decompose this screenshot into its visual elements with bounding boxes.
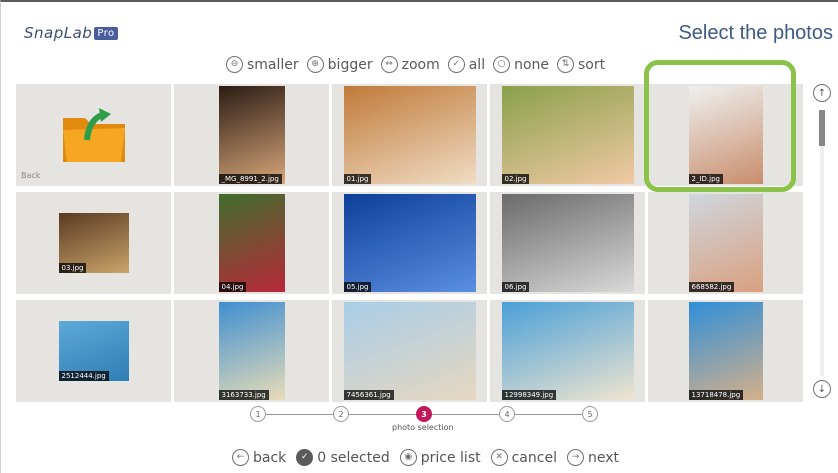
photo-filename: 04.jpg <box>218 282 247 292</box>
bottom-label: 0 selected <box>317 449 390 466</box>
photo-thumbnail <box>218 86 285 184</box>
zoom-in-icon: ⊕ <box>306 56 324 73</box>
step-connector <box>266 414 333 415</box>
cancel-button[interactable]: ✕ cancel <box>490 449 557 466</box>
step-2[interactable]: 2 <box>333 406 349 422</box>
back-folder-tile[interactable]: Back <box>16 84 171 186</box>
photo-tile[interactable]: 02.jpg <box>490 84 645 186</box>
check-icon: ✓ <box>296 449 314 466</box>
photo-tile[interactable]: _MG_8991_2.jpg <box>174 84 329 186</box>
toolbar: ⊖ smaller ⊕ bigger ⇔ zoom ✓ all ○ none ⇅ sort <box>226 56 605 73</box>
select-all-icon: ✓ <box>447 56 465 73</box>
tool-label: smaller <box>247 56 299 73</box>
scroll-thumb[interactable] <box>819 110 825 146</box>
photo-tile[interactable]: 13718478.jpg <box>648 300 803 402</box>
photo-tile[interactable]: 04.jpg <box>174 192 329 294</box>
photo-tile[interactable]: 7456361.jpg <box>332 300 487 402</box>
photo-thumbnail <box>501 86 634 184</box>
cancel-icon: ✕ <box>490 449 508 466</box>
wizard-steps: photo selection 1 2 3 4 5 <box>250 406 600 436</box>
bottom-label: next <box>587 449 619 466</box>
photo-filename: _MG_8991_2.jpg <box>218 174 282 184</box>
logo-text: SnapLab <box>24 24 93 42</box>
photo-filename: 2_ID.jpg <box>688 174 723 184</box>
photo-filename: 02.jpg <box>501 174 530 184</box>
photo-thumbnail <box>343 86 476 184</box>
photo-tile[interactable]: 2512444.jpg <box>16 300 171 402</box>
photo-thumbnail <box>343 302 476 400</box>
scroll-track[interactable] <box>820 110 824 376</box>
tool-smaller-button[interactable]: ⊖ smaller <box>226 56 299 73</box>
scroll-up-icon[interactable]: ↑ <box>813 84 831 102</box>
photo-thumbnail <box>688 302 763 400</box>
photo-filename: 2512444.jpg <box>58 371 109 381</box>
bottom-nav: ← back ✓ 0 selected ◉ price list ✕ cancel → next <box>232 449 619 466</box>
photo-thumbnail <box>343 194 476 292</box>
select-none-icon: ○ <box>493 56 511 73</box>
price-list-button[interactable]: ◉ price list <box>399 449 481 466</box>
bottom-label: price list <box>420 449 481 466</box>
photo-filename: 12998349.jpg <box>501 390 557 400</box>
photo-thumbnail <box>688 86 763 184</box>
photo-filename: 06.jpg <box>501 282 530 292</box>
zoom-icon: ⇔ <box>380 56 398 73</box>
tool-label: none <box>514 56 550 73</box>
tool-label: zoom <box>401 56 440 73</box>
photo-thumbnail <box>218 194 285 292</box>
photo-tile[interactable]: 03.jpg <box>16 192 171 294</box>
back-label: Back <box>21 171 41 180</box>
step-3[interactable]: 3 <box>416 406 432 422</box>
photo-filename: 03.jpg <box>58 263 87 273</box>
photo-tile[interactable]: 668582.jpg <box>648 192 803 294</box>
tool-sort-button[interactable]: ⇅ sort <box>557 56 605 73</box>
photo-filename: 05.jpg <box>343 282 372 292</box>
step-4[interactable]: 4 <box>499 406 515 422</box>
app-logo: SnapLab Pro <box>24 24 118 42</box>
step-connector <box>349 414 416 415</box>
scroll-down-icon[interactable]: ↓ <box>813 380 831 398</box>
photo-tile[interactable]: 2_ID.jpg <box>648 84 803 186</box>
photo-filename: 13718478.jpg <box>688 390 744 400</box>
sort-icon: ⇅ <box>557 56 575 73</box>
tool-bigger-button[interactable]: ⊕ bigger <box>306 56 373 73</box>
logo-pro-badge: Pro <box>94 27 118 40</box>
tool-label: all <box>468 56 486 73</box>
folder-back-icon <box>62 108 125 162</box>
photo-filename: 01.jpg <box>343 174 372 184</box>
photo-filename: 3163733.jpg <box>218 390 269 400</box>
photo-thumbnail <box>688 194 763 292</box>
step-1[interactable]: 1 <box>250 406 266 422</box>
page-title: Select the photos <box>678 22 833 44</box>
photo-grid: Back _MG_8991_2.jpg 01.jpg 02.jpg 2_ID.jpg 03… <box>16 84 804 404</box>
next-button[interactable]: → next <box>566 449 619 466</box>
next-arrow-icon: → <box>566 449 584 466</box>
tool-none-button[interactable]: ○ none <box>493 56 549 73</box>
back-arrow-icon: ← <box>232 449 249 466</box>
step-connector <box>432 414 499 415</box>
photo-filename: 7456361.jpg <box>343 390 394 400</box>
bottom-label: cancel <box>511 449 557 466</box>
price-list-icon: ◉ <box>399 449 417 466</box>
back-button[interactable]: ← back <box>232 449 286 466</box>
zoom-out-icon: ⊖ <box>226 56 243 73</box>
photo-tile[interactable]: 05.jpg <box>332 192 487 294</box>
tool-all-button[interactable]: ✓ all <box>447 56 486 73</box>
photo-tile[interactable]: 06.jpg <box>490 192 645 294</box>
photo-thumbnail <box>501 194 634 292</box>
tool-label: sort <box>578 56 606 73</box>
photo-thumbnail <box>501 302 634 400</box>
photo-tile[interactable]: 01.jpg <box>332 84 487 186</box>
step-5[interactable]: 5 <box>582 406 598 422</box>
photo-filename: 668582.jpg <box>688 282 735 292</box>
tool-label: bigger <box>327 56 373 73</box>
photo-tile[interactable]: 3163733.jpg <box>174 300 329 402</box>
step-connector <box>515 414 582 415</box>
photo-tile[interactable]: 12998349.jpg <box>490 300 645 402</box>
bottom-label: back <box>253 449 287 466</box>
active-step-label: photo selection <box>392 423 454 432</box>
selected-button[interactable]: ✓ 0 selected <box>296 449 390 466</box>
photo-thumbnail <box>218 302 285 400</box>
tool-zoom-button[interactable]: ⇔ zoom <box>380 56 440 73</box>
scrollbar[interactable]: ↑ ↓ <box>812 84 832 402</box>
